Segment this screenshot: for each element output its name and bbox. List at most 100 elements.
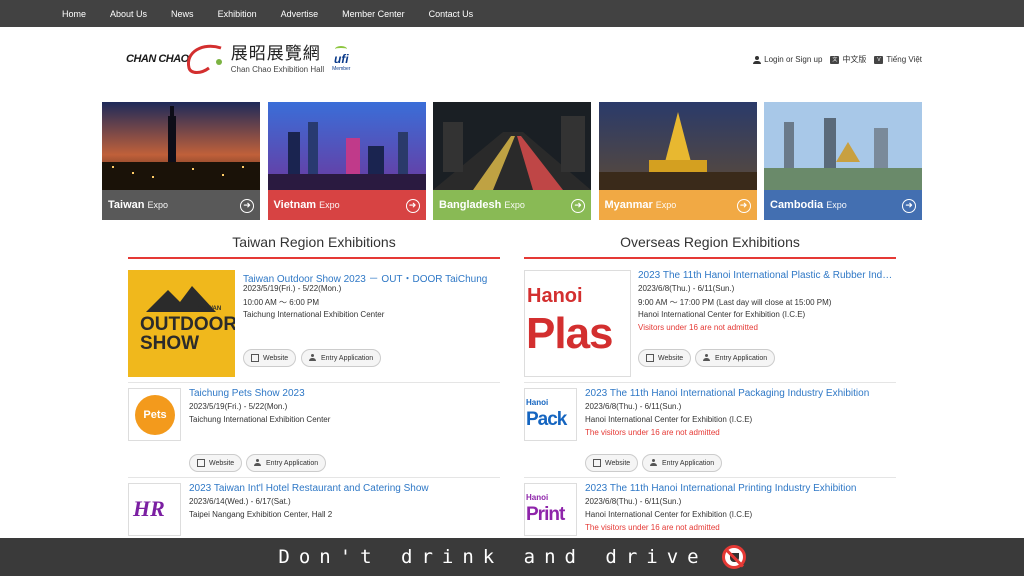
exhibition-dates: 2023/6/8(Thu.) - 6/11(Sun.) xyxy=(638,284,735,293)
myanmar-pagoda-image xyxy=(598,102,757,190)
entry-application-button[interactable]: Entry Application xyxy=(695,349,776,367)
exhibition-venue: Hanoi International Center for Exhibitio… xyxy=(585,510,753,519)
hanoi-logo-top: Hanoi xyxy=(527,285,583,307)
website-label: Website xyxy=(263,354,289,362)
tile-bar: Cambodia Expo xyxy=(764,190,922,220)
nav-about-us[interactable]: About Us xyxy=(110,9,147,19)
plas-logo-main: Plas xyxy=(526,309,614,358)
overseas-section-rule xyxy=(524,257,896,259)
tile-country: Myanmar xyxy=(604,199,653,211)
hanoi-plas-logo[interactable]: Hanoi Plas xyxy=(524,270,631,377)
exhibition-title[interactable]: Taichung Pets Show 2023 xyxy=(189,388,500,399)
exhibition-venue: Taipei Nangang Exhibition Center, Hall 2 xyxy=(189,510,333,519)
ufi-mark: ufi xyxy=(333,52,349,66)
nav-advertise[interactable]: Advertise xyxy=(281,9,319,19)
website-label: Website xyxy=(209,459,235,467)
ufi-member: Member xyxy=(332,66,351,72)
exhibition-title[interactable]: Taiwan Outdoor Show 2023 － OUT・DOOR TaiC… xyxy=(243,270,500,285)
user-icon xyxy=(753,55,762,64)
lang-chinese-link[interactable]: 文 中文版 xyxy=(830,54,866,65)
logo-wordmark: CHAN CHAO xyxy=(126,53,189,65)
nav-contact-us[interactable]: Contact Us xyxy=(429,9,474,19)
nav-news[interactable]: News xyxy=(171,9,194,19)
lang-vietnamese-link[interactable]: V Tiếng Việt xyxy=(874,55,922,64)
tile-vietnam[interactable]: Vietnam Expo ➜ xyxy=(267,102,426,220)
exhibition-dates: 2023/5/19(Fri.) - 5/22(Mon.) xyxy=(189,402,288,411)
add-user-icon xyxy=(254,459,262,467)
tile-bar: Taiwan Expo xyxy=(102,190,260,220)
hotel-show-logo[interactable]: HR xyxy=(128,483,181,536)
logo-english-name: Chan Chao Exhibition Hall xyxy=(230,65,325,74)
logo-text: 展昭展覽網 Chan Chao Exhibition Hall xyxy=(231,44,324,74)
divider xyxy=(524,382,896,383)
website-button[interactable]: Website xyxy=(638,349,692,367)
tile-bar: Bangladesh Expo xyxy=(433,190,591,220)
entry-application-button[interactable]: Entry Application xyxy=(301,349,382,367)
tile-country: Vietnam xyxy=(273,199,317,211)
add-user-icon xyxy=(309,354,317,362)
hanoi-pack-logo[interactable]: Hanoi Pack xyxy=(524,388,577,441)
arrow-right-icon: ➜ xyxy=(405,199,420,213)
login-link[interactable]: Login or Sign up xyxy=(753,55,822,64)
tile-bangladesh[interactable]: Bangladesh Expo ➜ xyxy=(433,102,591,220)
outdoor-logo-show: SHOW xyxy=(140,333,200,354)
nav-home[interactable]: Home xyxy=(62,9,86,19)
pack-logo-main: Pack xyxy=(526,409,567,430)
footer-banner: Don't drink and drive xyxy=(0,538,1024,576)
tile-cambodia[interactable]: Cambodia Expo ➜ xyxy=(764,102,922,220)
region-tiles: Taiwan Expo ➜ Vietnam Expo ➜ Bangladesh … xyxy=(102,102,922,220)
login-label: Login or Sign up xyxy=(764,55,823,64)
divider xyxy=(128,382,500,383)
entry-application-button[interactable]: Entry Application xyxy=(642,454,723,472)
exhibition-time: 10:00 AM ～ 6:00 PM xyxy=(243,298,320,307)
add-user-icon xyxy=(703,354,711,362)
tile-bar: Vietnam Expo xyxy=(267,190,426,220)
website-button[interactable]: Website xyxy=(243,349,297,367)
arrow-right-icon: ➜ xyxy=(240,199,254,213)
logo-chinese-name: 展昭展覽網 xyxy=(230,44,321,63)
tile-country: Taiwan xyxy=(108,199,145,211)
outdoor-logo-main: OUTDOOR xyxy=(140,314,235,335)
age-warning: Visitors under 16 are not admitted xyxy=(638,323,758,332)
external-link-icon xyxy=(593,459,601,467)
exhibition-dates: 2023/6/8(Thu.) - 6/11(Sun.) xyxy=(585,402,682,411)
entry-label: Entry Application xyxy=(715,354,768,362)
outdoor-show-logo[interactable]: TAIWAN OUTDOOR SHOW xyxy=(128,270,235,377)
tile-bar: Myanmar Expo xyxy=(598,190,757,220)
no-drinking-icon xyxy=(721,545,746,569)
hanoi-print-logo[interactable]: Hanoi Print xyxy=(524,483,577,536)
top-nav: Home About Us News Exhibition Advertise … xyxy=(0,0,1024,27)
exhibition-title[interactable]: 2023 The 11th Hanoi International Plasti… xyxy=(638,270,896,281)
external-link-icon xyxy=(646,354,654,362)
hr-logo-text: HR xyxy=(133,496,165,521)
taiwan-section-title: Taiwan Region Exhibitions xyxy=(232,234,396,250)
exhibition-dates: 2023/5/19(Fri.) - 5/22(Mon.) xyxy=(243,284,342,293)
overseas-section-title: Overseas Region Exhibitions xyxy=(620,234,800,250)
exhibition-title[interactable]: 2023 Taiwan Int'l Hotel Restaurant and C… xyxy=(189,483,500,494)
website-label: Website xyxy=(658,354,684,362)
tile-myanmar[interactable]: Myanmar Expo ➜ xyxy=(598,102,757,220)
nav-exhibition[interactable]: Exhibition xyxy=(218,9,257,19)
taiwan-section-rule xyxy=(128,257,500,259)
external-link-icon xyxy=(197,459,205,467)
pets-show-logo[interactable]: Pets xyxy=(128,388,181,441)
website-label: Website xyxy=(605,459,631,467)
exhibition-title[interactable]: 2023 The 11th Hanoi International Packag… xyxy=(585,388,896,399)
cambodia-city-image xyxy=(764,102,922,190)
site-header: CHAN CHAO 展昭展覽網 Chan Chao Exhibition Hal… xyxy=(0,27,1024,97)
outdoor-logo-top: TAIWAN xyxy=(198,306,222,312)
lang-vietnamese-label: Tiếng Việt xyxy=(886,55,922,64)
website-button[interactable]: Website xyxy=(189,454,243,472)
bangladesh-street-image xyxy=(433,102,591,190)
nav-member-center[interactable]: Member Center xyxy=(342,9,405,19)
entry-application-button[interactable]: Entry Application xyxy=(246,454,327,472)
entry-label: Entry Application xyxy=(321,354,374,362)
website-button[interactable]: Website xyxy=(585,454,639,472)
tile-country: Cambodia xyxy=(770,199,824,211)
tile-suffix: Expo xyxy=(826,200,847,210)
divider xyxy=(128,477,500,478)
account-links: Login or Sign up 文 中文版 V Tiếng Việt xyxy=(745,54,922,65)
exhibition-title[interactable]: 2023 The 11th Hanoi International Printi… xyxy=(585,483,896,494)
tile-taiwan[interactable]: Taiwan Expo ➜ xyxy=(102,102,260,220)
site-logo[interactable]: CHAN CHAO 展昭展覽網 Chan Chao Exhibition Hal… xyxy=(126,39,350,79)
